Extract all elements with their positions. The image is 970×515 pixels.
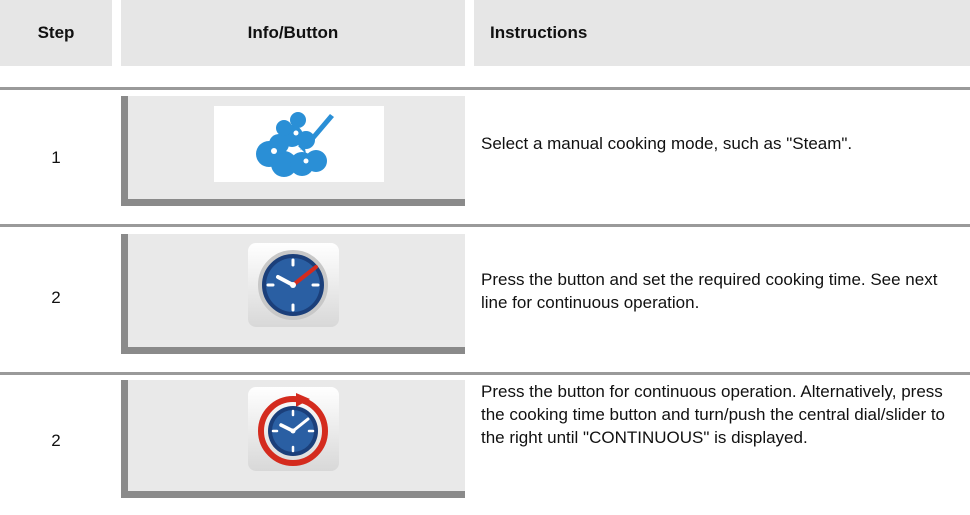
row-divider [0,372,970,375]
row-divider [0,224,970,227]
step-number: 2 [51,288,61,307]
info-panel [121,234,465,354]
step-number: 1 [51,148,61,167]
header-step: Step [0,0,112,66]
step-number: 2 [51,431,61,450]
header-instructions: Instructions [474,0,970,66]
header-info-button: Info/Button [121,0,465,66]
header-info-label: Info/Button [247,23,339,42]
header-step-label: Step [37,23,75,42]
steam-cooking-mode-icon [256,112,334,177]
instruction-text: Press the button for continuous operatio… [481,382,946,447]
clock-cooking-time-icon [258,250,328,320]
instruction-text: Select a manual cooking mode, such as "S… [481,134,853,153]
row-divider [0,87,970,90]
info-panel [121,380,465,498]
continuous-operation-button[interactable] [248,387,339,471]
continuous-operation-clock-icon [258,393,328,466]
steam-button[interactable] [214,106,384,182]
cooking-time-button[interactable] [248,243,339,327]
info-panel [121,96,465,206]
header-instructions-label: Instructions [490,23,588,42]
instruction-text: Press the button and set the required co… [481,270,938,312]
